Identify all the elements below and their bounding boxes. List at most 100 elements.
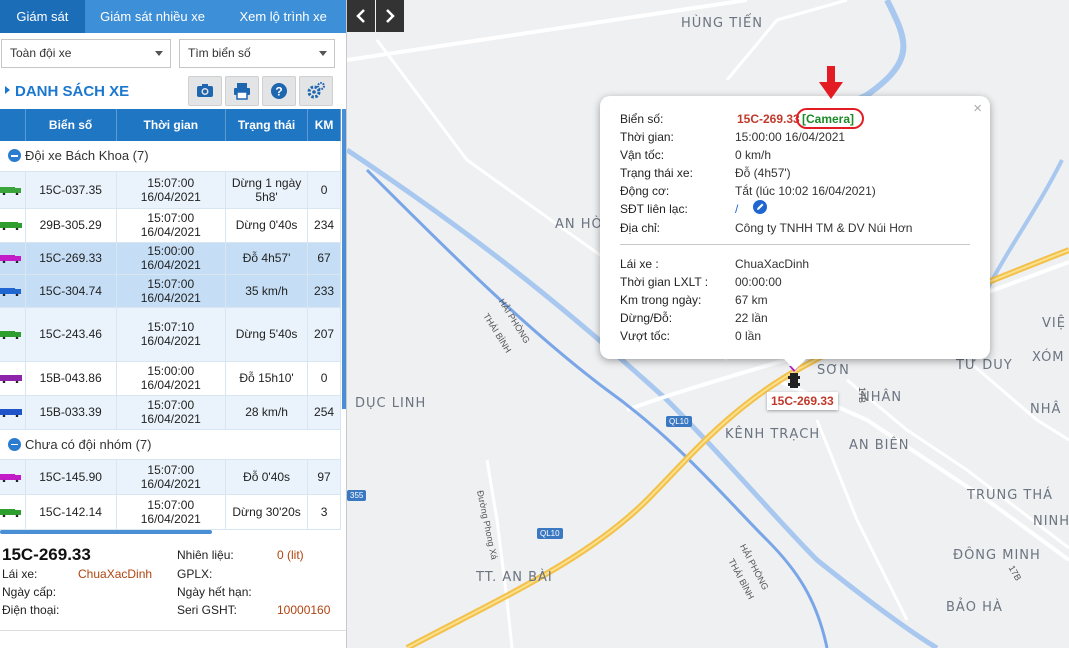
time-cell: 15:07:00 16/04/2021 (116, 274, 227, 308)
group-cell[interactable]: Đội xe Bách Khoa (7) (0, 141, 341, 172)
plate-cell: 15C-142.14 (25, 494, 117, 530)
table-row[interactable]: 15B-033.39 15:07:00 16/04/2021 28 km/h 2… (0, 395, 341, 430)
table-row[interactable]: 29B-305.29 15:07:00 16/04/2021 Dừng 0'40… (0, 208, 341, 243)
road-shield: 355 (347, 490, 367, 501)
truck-icon (0, 331, 21, 339)
table-row[interactable]: 15C-037.35 15:07:00 16/04/2021 Dừng 1 ng… (0, 171, 341, 209)
vehicle-icon-cell (0, 208, 26, 243)
detail-fuel-label: Nhiên liệu: (177, 548, 234, 562)
fleet-select[interactable]: Toàn đội xe (1, 39, 171, 68)
tab-route-history[interactable]: Xem lộ trình xe (220, 0, 346, 33)
group-cell[interactable]: Chưa có đội nhóm (7) (0, 429, 341, 460)
time-cell: 15:07:00 16/04/2021 (116, 208, 227, 243)
popup-state-label: Trạng thái xe: (620, 166, 693, 180)
place-label: AN BIÊN (849, 438, 910, 453)
km-cell: 254 (307, 395, 341, 430)
popup-contact-value: / (735, 202, 739, 216)
km-cell: 0 (307, 361, 341, 396)
collapse-icon[interactable] (8, 437, 21, 451)
status-cell: 35 km/h (225, 274, 309, 308)
time-cell: 15:00:00 16/04/2021 (116, 242, 227, 275)
table-row[interactable]: 15C-142.14 15:07:00 16/04/2021 Dừng 30'2… (0, 494, 341, 530)
place-label: TRUNG THÁ (967, 488, 1054, 503)
vehicle-icon-cell (0, 171, 26, 209)
place-label: NHÂ (1030, 402, 1062, 417)
vehicle-icon-cell (0, 274, 26, 308)
vehicle-icon-cell (0, 242, 26, 275)
col-km[interactable]: KM (307, 109, 341, 141)
help-button[interactable]: ? (262, 76, 296, 106)
print-button[interactable] (225, 76, 259, 106)
caret-right-icon (5, 86, 10, 94)
status-cell: Dừng 5'40s (225, 307, 309, 362)
camera-highlight (796, 108, 864, 129)
group-row[interactable]: Đội xe Bách Khoa (7) (0, 141, 341, 172)
close-icon[interactable]: × (973, 100, 982, 117)
popup-contact-label: SĐT liên lạc: (620, 202, 688, 216)
plate-cell: 15C-145.90 (25, 459, 117, 495)
truck-icon (0, 255, 21, 263)
nav-back-button[interactable] (347, 0, 375, 32)
edit-icon[interactable] (753, 200, 767, 214)
popup-km-label: Km trong ngày: (620, 293, 702, 307)
place-label: TƯ DUY (956, 358, 1013, 373)
popup-driver-value: ChuaXacDinh (735, 257, 810, 271)
km-cell: 233 (307, 274, 341, 308)
road-label: 17B (857, 386, 868, 404)
status-cell: Dừng 30'20s (225, 494, 309, 530)
camera-button[interactable] (188, 76, 222, 106)
table-row[interactable]: 15C-145.90 15:07:00 16/04/2021 Đỗ 0'40s … (0, 459, 341, 495)
group-name: Đội xe Bách Khoa (7) (25, 148, 149, 164)
detail-gplx-label: GPLX: (177, 567, 213, 581)
place-label: KÊNH TRẠCH (725, 427, 821, 442)
detail-driver-value: ChuaXacDinh (78, 567, 153, 581)
map-view[interactable]: HÙNG TIẾN AN HÒ DỤC LINH SƠN NHÂN KÊNH T… (347, 0, 1069, 648)
time-cell: 15:07:00 16/04/2021 (116, 395, 227, 430)
plate-search-select[interactable]: Tìm biển số (179, 39, 335, 68)
popup-plate-label: Biển số: (620, 112, 664, 126)
popup-stops-value: 22 lần (735, 311, 768, 325)
vertical-scrollbar[interactable] (342, 109, 346, 409)
settings-button[interactable] (299, 76, 333, 106)
col-status[interactable]: Trạng thái (225, 109, 309, 141)
truck-icon (0, 473, 21, 482)
nav-forward-button[interactable] (376, 0, 404, 32)
table-row[interactable]: 15C-243.46 15:07:10 16/04/2021 Dừng 5'40… (0, 307, 341, 362)
table-row[interactable]: 15B-043.86 15:00:00 16/04/2021 Đỗ 15h10'… (0, 361, 341, 396)
time-cell: 15:07:00 16/04/2021 (116, 494, 227, 530)
detail-fuel-value: 0 (lit) (277, 548, 304, 562)
vehicle-icon-cell (0, 459, 26, 495)
chevron-down-icon (155, 51, 163, 56)
detail-gsht-label: Seri GSHT: (177, 603, 238, 617)
place-label: HÙNG TIẾN (681, 16, 763, 31)
table-row-selected[interactable]: 15C-269.33 15:00:00 16/04/2021 Đỗ 4h57' … (0, 242, 341, 275)
place-label: ĐÔNG MINH (953, 548, 1041, 563)
place-label: BẢO HÀ (946, 600, 1003, 615)
status-cell: Dừng 1 ngày 5h8' (225, 171, 309, 209)
plate-cell: 15B-033.39 (25, 395, 117, 430)
truck-icon (0, 222, 22, 230)
tab-monitor-multiple[interactable]: Giám sát nhiều xe (85, 0, 221, 33)
col-time[interactable]: Thời gian (116, 109, 227, 141)
camera-icon (197, 84, 213, 97)
km-cell: 207 (307, 307, 341, 362)
popup-address-label: Địa chỉ: (620, 221, 661, 235)
collapse-icon[interactable] (8, 149, 21, 163)
col-plate[interactable]: Biển số (25, 109, 117, 141)
popup-km-value: 67 km (735, 293, 768, 307)
list-title-text: DANH SÁCH XE (15, 83, 130, 100)
popup-speed-label: Vận tốc: (620, 148, 665, 162)
tab-bar: Giám sát Giám sát nhiều xe Xem lộ trình … (0, 0, 346, 33)
truck-icon (0, 375, 22, 383)
popup-lxlt-value: 00:00:00 (735, 275, 782, 289)
popup-plate-value: 15C-269.33 (737, 112, 800, 126)
group-row[interactable]: Chưa có đội nhóm (7) (0, 429, 341, 460)
list-title[interactable]: DANH SÁCH XE (5, 83, 129, 100)
tab-monitor[interactable]: Giám sát (0, 0, 85, 33)
chevron-left-icon (356, 9, 365, 23)
horizontal-scrollbar[interactable] (0, 530, 212, 534)
vehicle-detail-panel: 15C-269.33 Lái xe: ChuaXacDinh Ngày cấp:… (0, 541, 346, 631)
km-cell: 67 (307, 242, 341, 275)
table-row[interactable]: 15C-304.74 15:07:00 16/04/2021 35 km/h 2… (0, 274, 341, 308)
vehicle-marker-label[interactable]: 15C-269.33 (767, 392, 838, 410)
